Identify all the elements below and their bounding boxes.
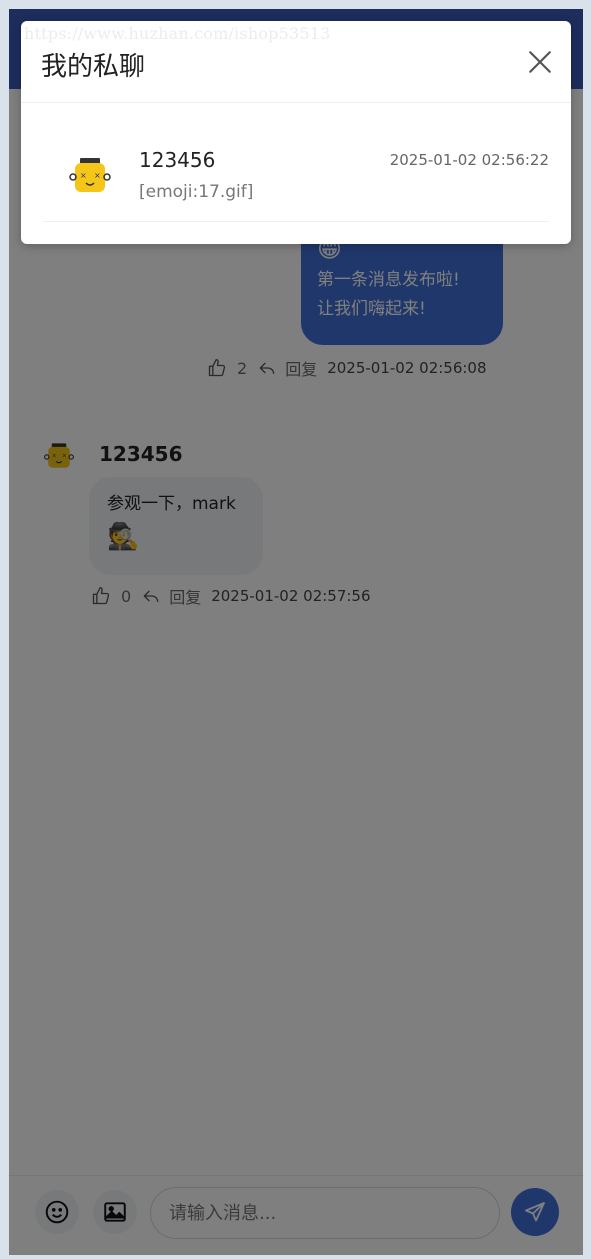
robot-avatar: × × <box>69 158 111 192</box>
close-icon[interactable] <box>527 49 553 75</box>
conversation-item[interactable]: × × 123456 2025-01-02 02:56:22 [emoji:17… <box>43 124 549 222</box>
watermark-text: https://www.huzhan.com/ishop53513 <box>24 24 331 43</box>
conversation-name: 123456 <box>139 148 216 172</box>
svg-text:×: × <box>94 171 101 180</box>
private-chat-modal: 我的私聊 × × 123456 2025-01-02 02:56:22 [emo… <box>21 21 571 244</box>
conversation-preview: [emoji:17.gif] <box>139 182 254 202</box>
conversation-time: 2025-01-02 02:56:22 <box>389 151 549 169</box>
modal-title: 我的私聊 <box>41 52 146 82</box>
svg-text:×: × <box>80 171 87 180</box>
